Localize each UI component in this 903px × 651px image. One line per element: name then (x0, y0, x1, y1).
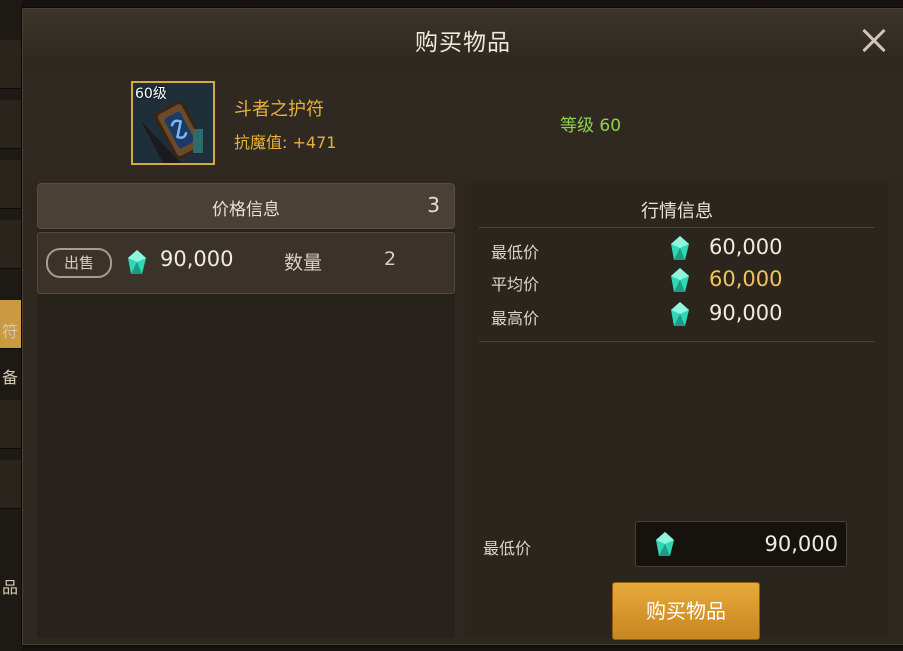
sidebar-glyph: 符 (1, 322, 18, 341)
market-info-panel: 行情信息 最低价 60,000 平均价 60,000 最高价 90,000 最低… (465, 183, 889, 640)
item-level-tag: 60级 (135, 86, 167, 102)
gem-icon (671, 236, 689, 260)
sidebar-tab[interactable] (0, 160, 22, 209)
dialog-title: 购买物品 (415, 30, 511, 56)
sidebar-tab[interactable] (0, 400, 22, 449)
price-info-title: 价格信息 (212, 200, 280, 220)
buy-item-button[interactable]: 购买物品 (612, 582, 760, 640)
lowest-price-label: 最低价 (491, 243, 540, 262)
listing-row[interactable]: 出售 90,000 数量 2 (37, 232, 455, 294)
background-sidebar: 符 备 品 (0, 0, 22, 651)
gem-icon (671, 302, 689, 326)
highest-price-value: 90,000 (709, 301, 783, 325)
min-price-value: 90,000 (764, 532, 838, 556)
item-stat: 抗魔值: +471 (234, 133, 337, 152)
sidebar-tab[interactable] (0, 460, 22, 509)
lowest-price-value: 60,000 (709, 235, 783, 259)
min-price-label: 最低价 (483, 539, 532, 558)
average-price-label: 平均价 (491, 275, 540, 294)
quantity-value: 2 (384, 248, 397, 270)
item-grade: 等级 60 (560, 116, 622, 136)
gem-icon (128, 250, 146, 274)
amulet-icon[interactable]: 60级 (131, 81, 215, 165)
price-info-header: 价格信息 3 (37, 183, 455, 229)
listing-price: 90,000 (160, 247, 234, 271)
buy-item-dialog: 购买物品 60级 斗者之护符 抗魔值: +471 等级 60 价格信息 3 出售… (22, 8, 903, 645)
item-summary: 60级 斗者之护符 抗魔值: +471 等级 60 (23, 71, 903, 181)
listing-count: 3 (427, 193, 440, 217)
sidebar-tab[interactable] (0, 220, 22, 269)
min-price-input[interactable]: 90,000 (635, 521, 847, 567)
dialog-header: 购买物品 (23, 9, 903, 72)
item-name: 斗者之护符 (234, 99, 324, 120)
sidebar-glyph: 备 (1, 368, 18, 387)
sidebar-tab[interactable] (0, 40, 22, 89)
gem-icon (656, 532, 674, 556)
quantity-label: 数量 (284, 252, 323, 274)
sidebar-tab[interactable] (0, 100, 22, 149)
gem-icon (671, 268, 689, 292)
divider (479, 341, 875, 342)
sell-badge[interactable]: 出售 (46, 248, 112, 278)
price-info-panel: 价格信息 3 出售 90,000 数量 2 (37, 183, 455, 638)
close-icon[interactable] (857, 23, 891, 57)
sidebar-glyph: 品 (1, 578, 18, 597)
highest-price-label: 最高价 (491, 309, 540, 328)
divider (479, 227, 875, 228)
average-price-value: 60,000 (709, 267, 783, 291)
market-info-title: 行情信息 (641, 201, 713, 222)
